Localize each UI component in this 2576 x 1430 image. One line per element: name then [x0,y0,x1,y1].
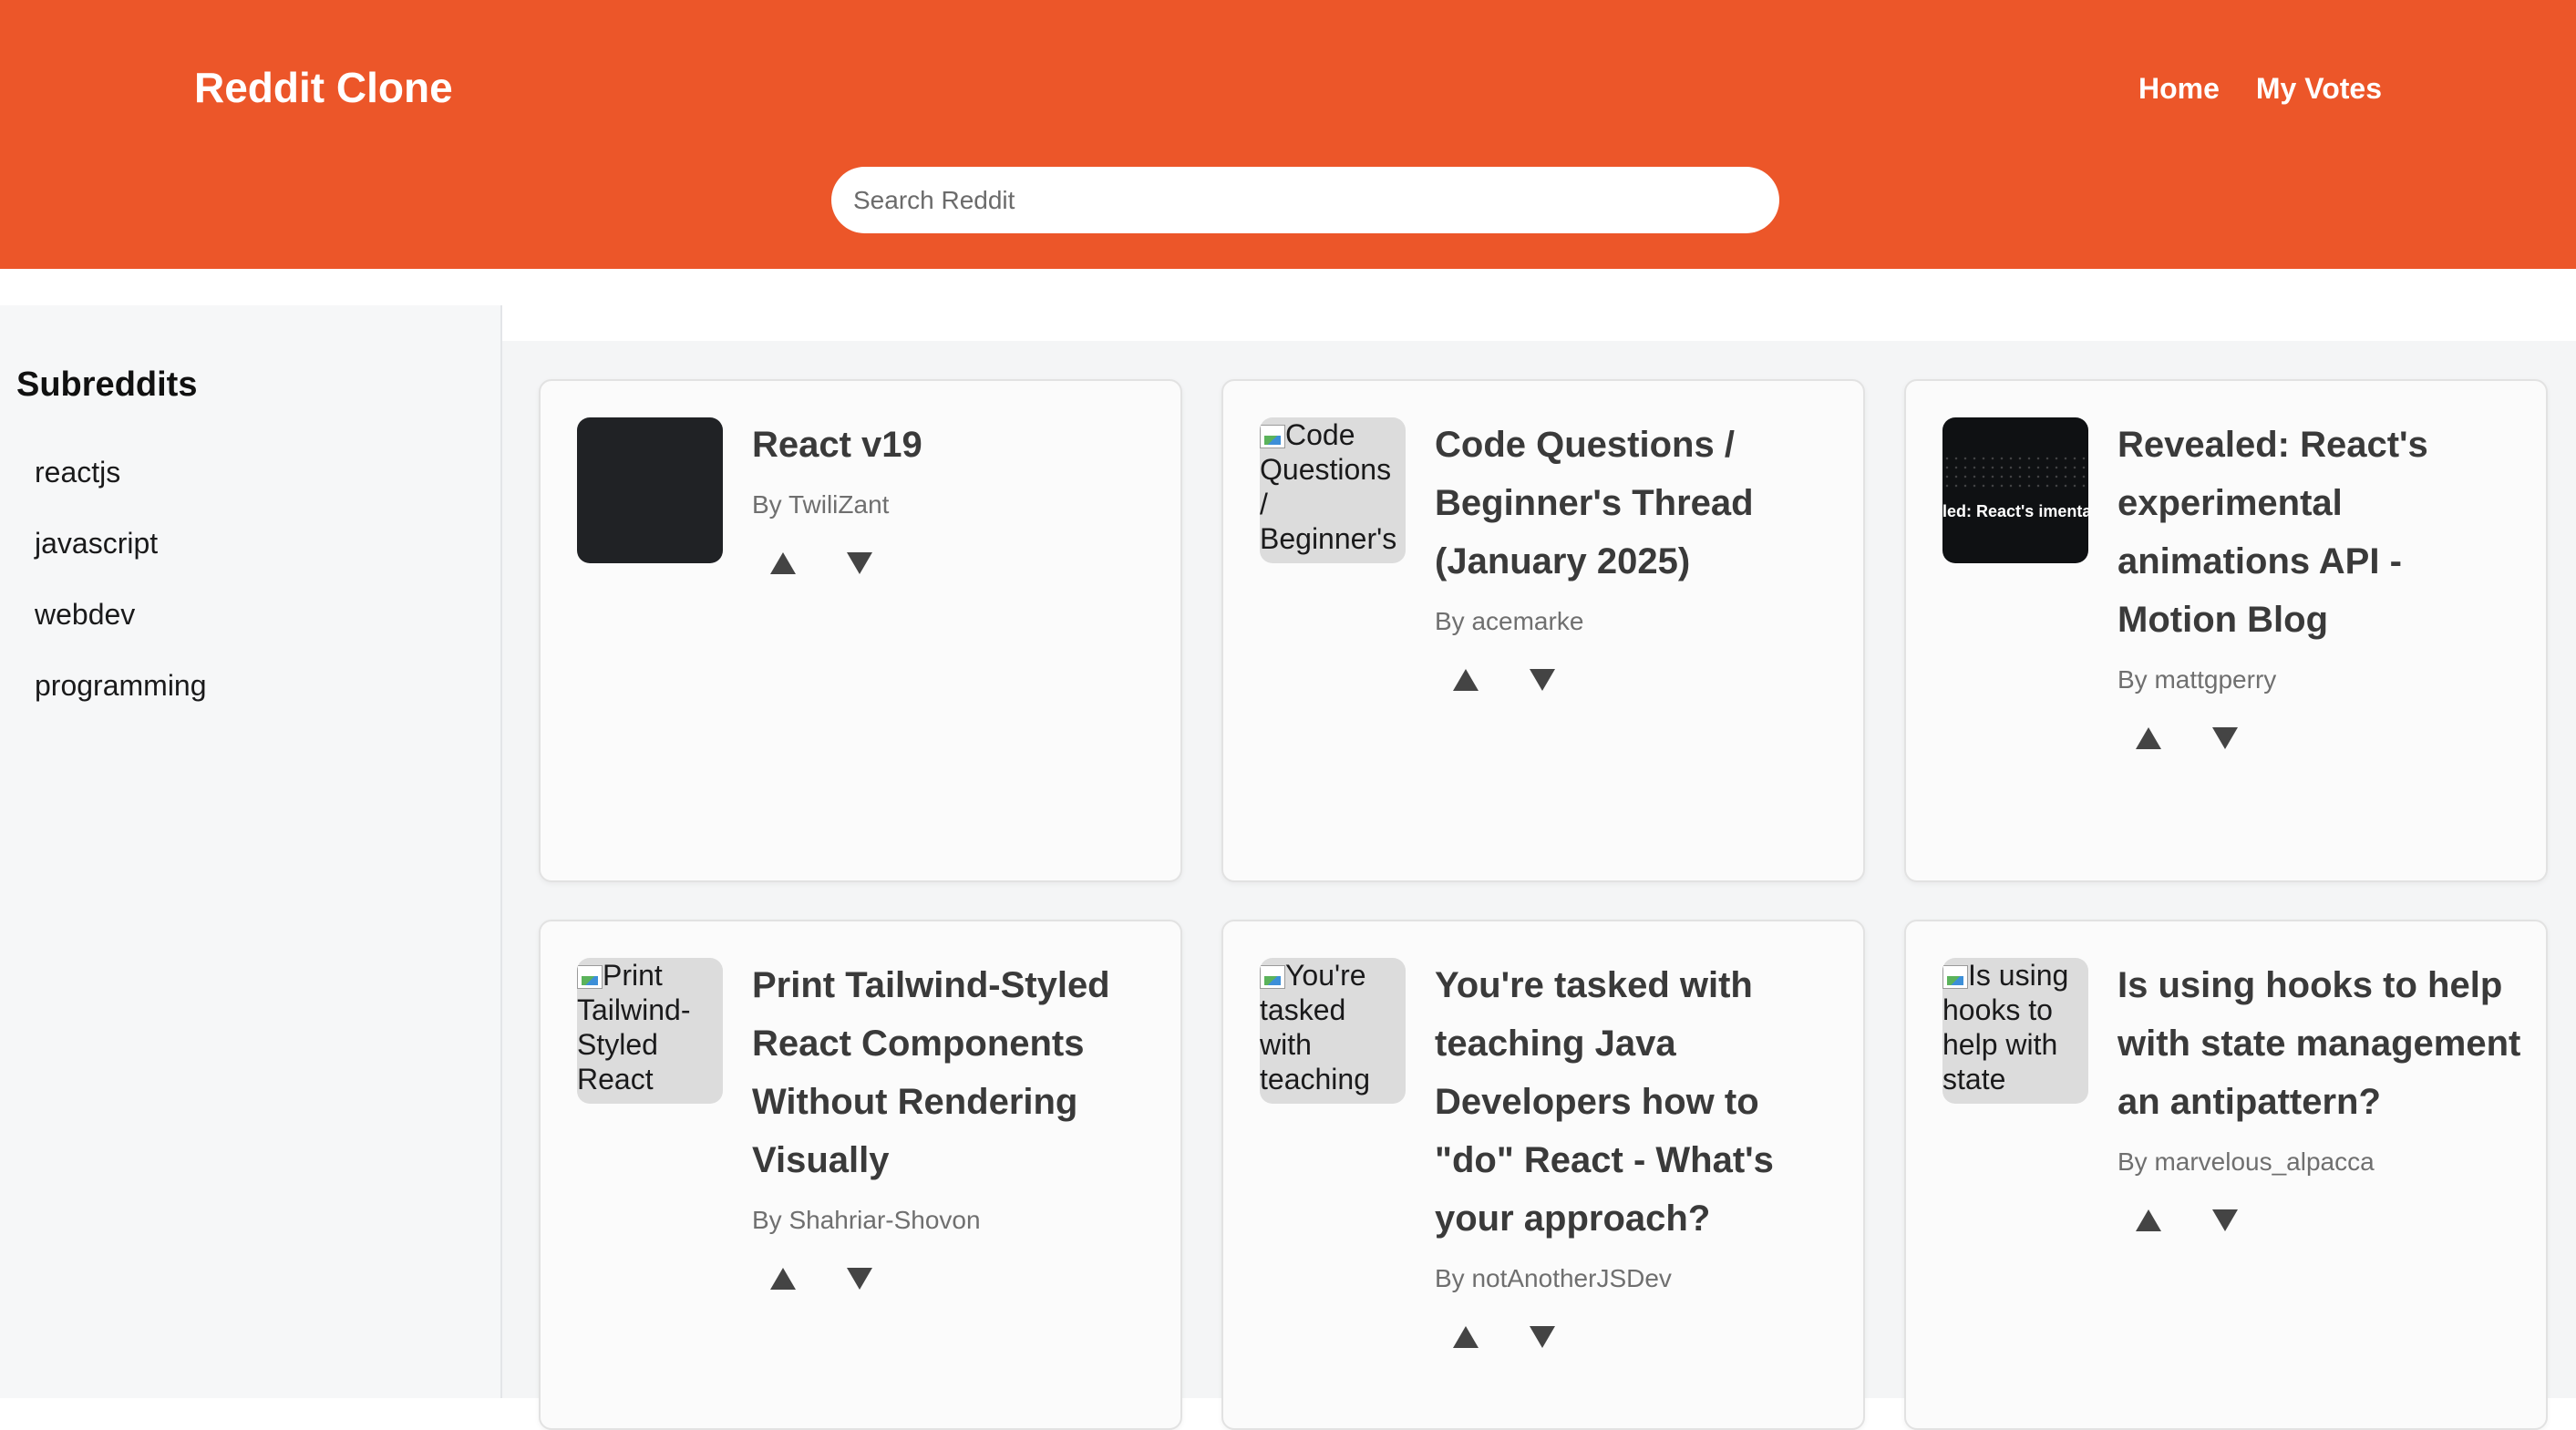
upvote-icon[interactable] [763,1259,803,1299]
post-title[interactable]: Is using hooks to help with state manage… [2117,956,2528,1131]
top-header: Reddit Clone Home My Votes [0,0,2576,269]
vote-controls [752,1259,1162,1299]
downvote-icon[interactable] [1522,660,1562,700]
broken-image-icon [1260,965,1285,989]
post-card[interactable]: Code Questions / Beginner's Code Questio… [1221,379,1865,882]
post-author: By Shahriar-Shovon [752,1206,981,1234]
broken-image-icon [1260,425,1285,448]
search-input[interactable] [851,184,1759,216]
sidebar: Subreddits reactjs javascript webdev pro… [0,305,502,1398]
subreddit-item-reactjs[interactable]: reactjs [35,454,207,525]
upvote-icon[interactable] [1446,1317,1486,1357]
upvote-icon[interactable] [2128,718,2169,758]
post-author: By TwiliZant [752,490,890,519]
downvote-icon[interactable] [2205,1200,2245,1240]
broken-image-icon [1942,965,1968,989]
post-author: By acemarke [1435,607,1584,635]
downvote-icon[interactable] [1522,1317,1562,1357]
post-title[interactable]: Code Questions / Beginner's Thread (Janu… [1435,416,1845,591]
search-bar[interactable] [831,167,1779,233]
post-author: By marvelous_alpacca [2117,1147,2375,1176]
subreddit-item-javascript[interactable]: javascript [35,525,207,596]
broken-image-icon [577,965,603,989]
vote-controls [752,543,1162,583]
post-card[interactable]: You're tasked with teaching You're taske… [1221,920,1865,1430]
subreddit-item-programming[interactable]: programming [35,667,207,738]
post-card[interactable]: Is using hooks to help with state Is usi… [1904,920,2548,1430]
post-thumbnail[interactable]: Code Questions / Beginner's [1260,417,1406,563]
post-thumbnail[interactable] [577,417,723,563]
post-card[interactable]: React v19 By TwiliZant [539,379,1182,882]
subreddit-list: reactjs javascript webdev programming [35,454,207,738]
vote-controls [2117,1200,2528,1240]
upvote-icon[interactable] [2128,1200,2169,1240]
post-thumbnail[interactable]: You're tasked with teaching [1260,958,1406,1104]
downvote-icon[interactable] [2205,718,2245,758]
nav-home-link[interactable]: Home [2138,67,2220,109]
post-card[interactable]: Print Tailwind-Styled React Print Tailwi… [539,920,1182,1430]
nav-my-votes-link[interactable]: My Votes [2256,67,2382,109]
post-title[interactable]: Revealed: React's experimental animation… [2117,416,2528,649]
upvote-icon[interactable] [763,543,803,583]
post-title[interactable]: React v19 [752,416,1162,474]
brand-title[interactable]: Reddit Clone [194,60,453,115]
upvote-icon[interactable] [1446,660,1486,700]
post-title[interactable]: Print Tailwind-Styled React Components W… [752,956,1162,1189]
vote-controls [2117,718,2528,758]
post-thumbnail[interactable]: led: React's imental animation [1942,417,2088,563]
post-author: By notAnotherJSDev [1435,1264,1672,1292]
subreddit-item-webdev[interactable]: webdev [35,596,207,667]
post-thumbnail[interactable]: Is using hooks to help with state [1942,958,2088,1104]
downvote-icon[interactable] [840,1259,880,1299]
post-title[interactable]: You're tasked with teaching Java Develop… [1435,956,1845,1248]
top-nav: Home My Votes [2138,67,2382,109]
post-feed: React v19 By TwiliZant Code Questions / … [502,341,2576,1430]
sidebar-title: Subreddits [16,365,198,404]
vote-controls [1435,1317,1845,1357]
thumbnail-pattern [1942,454,2088,490]
downvote-icon[interactable] [840,543,880,583]
post-author: By mattgperry [2117,665,2277,694]
vote-controls [1435,660,1845,700]
post-thumbnail[interactable]: Print Tailwind-Styled React [577,958,723,1104]
post-card[interactable]: led: React's imental animation Revealed:… [1904,379,2548,882]
thumbnail-caption: led: React's imental animation [1942,502,2088,520]
